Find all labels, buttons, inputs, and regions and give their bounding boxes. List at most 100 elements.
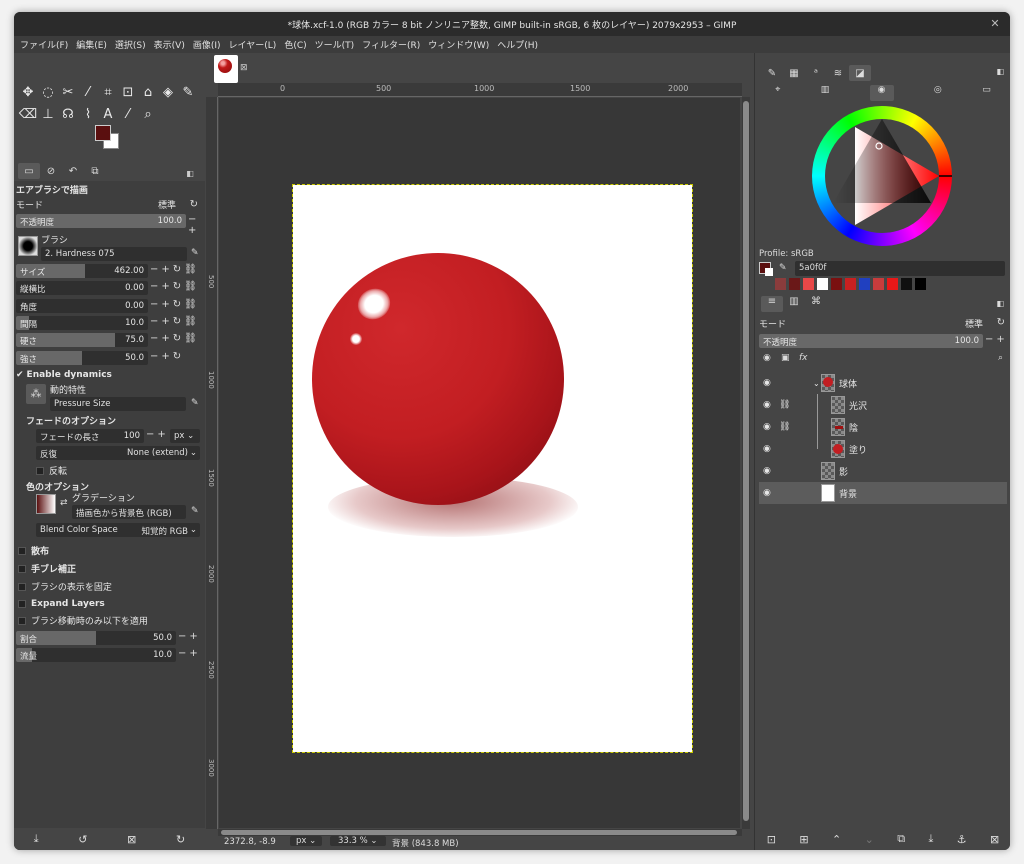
spacing-slider[interactable]: 間隔 10.0 — [16, 315, 148, 330]
menu-windows[interactable]: ウィンドウ(W) — [428, 38, 489, 51]
mode-reset-icon[interactable]: ↻ — [190, 199, 198, 210]
canvas[interactable] — [219, 98, 740, 828]
layer-row[interactable]: ◉ ⛓ 陰 — [759, 416, 1007, 438]
vertical-scrollbar[interactable] — [742, 97, 750, 829]
path-tool-icon[interactable]: ⌇ — [78, 103, 98, 125]
chevron-down-icon[interactable]: ⌄ — [813, 379, 820, 388]
close-image-icon[interactable]: ⊠ — [240, 63, 248, 73]
warp-tool-icon[interactable]: ⌂ — [138, 81, 158, 103]
aspect-stepper[interactable]: −+↻⛓ — [150, 281, 200, 292]
opacity-stepper[interactable]: −+ — [188, 214, 205, 236]
reset-options-icon[interactable]: ↻ — [176, 833, 185, 846]
horizontal-ruler[interactable]: 0 500 1000 1500 2000 — [218, 83, 742, 97]
paintbrush-tool-icon[interactable]: ✎ — [178, 81, 198, 103]
zoom-tool-icon[interactable]: ⌕ — [138, 103, 158, 125]
menu-image[interactable]: 画像(I) — [193, 38, 221, 51]
repeat-select[interactable]: 反復 None (extend) ⌄ — [36, 446, 200, 460]
search-icon[interactable]: ⌕ — [998, 353, 1003, 363]
delete-layer-icon[interactable]: ⊠ — [990, 833, 999, 846]
flow-slider[interactable]: 流量 10.0 — [16, 648, 176, 662]
layer-row[interactable]: ◉ 影 — [759, 460, 1007, 482]
channels-tab-icon[interactable]: ▥ — [783, 296, 805, 312]
new-layer-icon[interactable]: ⊡ — [767, 833, 776, 846]
transform-tool-icon[interactable]: ⊡ — [118, 81, 138, 103]
rate-slider[interactable]: 割合 50.0 — [16, 631, 176, 645]
menu-layer[interactable]: レイヤー(L) — [229, 38, 277, 51]
menu-tools[interactable]: ツール(T) — [315, 38, 355, 51]
color-history-swatch[interactable] — [789, 278, 800, 290]
color-history-swatch[interactable] — [817, 278, 828, 290]
enable-dynamics-check-icon[interactable]: ✔ — [16, 370, 24, 380]
scatter-checkbox[interactable] — [18, 546, 26, 555]
dock-config-icon[interactable]: ◧ — [996, 299, 1004, 308]
color-history-swatch[interactable] — [845, 278, 856, 290]
gradient-reverse-icon[interactable]: ⇄ — [60, 498, 68, 508]
fade-options-label[interactable]: フェードのオプション — [26, 414, 116, 427]
eye-icon[interactable]: ◉ — [763, 400, 771, 410]
scroll-thumb[interactable] — [743, 101, 749, 821]
hardness-stepper[interactable]: −+↻⛓ — [150, 333, 200, 344]
color-picker-tool-icon[interactable]: ⁄ — [118, 103, 138, 125]
eye-icon[interactable]: ◉ — [763, 466, 771, 476]
bg-color-swatch[interactable] — [765, 268, 773, 276]
opacity-slider[interactable]: 不透明度 100.0 — [16, 214, 186, 228]
bucket-fill-tool-icon[interactable]: ◈ — [158, 81, 178, 103]
duplicate-layer-icon[interactable]: ⧉ — [897, 832, 905, 846]
expand-layers-checkbox[interactable] — [18, 599, 26, 608]
menu-select[interactable]: 選択(S) — [115, 38, 146, 51]
angle-stepper[interactable]: −+↻⛓ — [150, 299, 200, 310]
menu-colors[interactable]: 色(C) — [284, 38, 306, 51]
wheel-selector-icon[interactable]: ◉ — [869, 85, 894, 101]
smudge-tool-icon[interactable]: ☊ — [58, 103, 78, 125]
layer-opacity-stepper[interactable]: −+ — [985, 334, 1008, 345]
layer-row[interactable]: ◉ 塗り — [759, 438, 1007, 460]
watercolor-selector-icon[interactable]: ◎ — [934, 85, 942, 101]
color-history-swatch[interactable] — [873, 278, 884, 290]
text-tool-icon[interactable]: A — [98, 103, 118, 125]
menu-file[interactable]: ファイル(F) — [20, 38, 68, 51]
new-group-icon[interactable]: ⊞ — [799, 833, 808, 846]
color-history-swatch[interactable] — [775, 278, 786, 290]
restore-options-icon[interactable]: ↺ — [78, 833, 87, 846]
merge-layer-icon[interactable]: ⤓ — [928, 832, 933, 846]
document-history-tab-icon[interactable]: ≋ — [827, 65, 849, 81]
eye-icon[interactable]: ◉ — [763, 488, 771, 498]
size-stepper[interactable]: −+↻⛓ — [150, 264, 200, 275]
blend-space-select[interactable]: Blend Color Space 知覚的 RGB ⌄ — [36, 523, 200, 537]
spacing-stepper[interactable]: −+↻⛓ — [150, 316, 200, 327]
fg-bg-colors[interactable] — [95, 125, 121, 151]
layer-row-selected[interactable]: ◉ 背景 — [759, 482, 1007, 504]
brush-preview[interactable] — [18, 236, 38, 256]
image-tab[interactable] — [214, 55, 238, 83]
select-tool-icon[interactable]: ◌ — [38, 81, 58, 103]
horizontal-scrollbar[interactable] — [218, 829, 742, 836]
save-options-icon[interactable]: ⤓ — [34, 832, 39, 846]
image-page[interactable] — [292, 184, 693, 753]
device-status-tab-icon[interactable]: ⊘ — [40, 163, 62, 179]
gradient-preview[interactable] — [36, 494, 56, 514]
anchor-layer-icon[interactable]: ⚓ — [957, 833, 967, 846]
eye-icon[interactable]: ◉ — [763, 378, 771, 388]
dynamics-icon[interactable]: ⁂ — [26, 384, 46, 404]
menu-edit[interactable]: 編集(E) — [76, 38, 107, 51]
dynamics-select[interactable]: Pressure Size — [50, 397, 186, 411]
menu-help[interactable]: ヘルプ(H) — [497, 38, 538, 51]
dock-config-icon[interactable]: ◧ — [179, 165, 201, 181]
layer-row[interactable]: ◉ ⛓ 光沢 — [759, 394, 1007, 416]
unit-select[interactable]: px ⌄ — [290, 836, 323, 846]
enable-dynamics-label[interactable]: Enable dynamics — [27, 370, 112, 380]
layer-mode-select[interactable]: 標準 — [965, 317, 983, 330]
aspect-slider[interactable]: 縦横比 0.00 — [16, 281, 148, 296]
color-history-swatch[interactable] — [831, 278, 842, 290]
color-history-swatch[interactable] — [901, 278, 912, 290]
apply-jitter-checkbox[interactable] — [18, 616, 26, 625]
layer-mode-reset-icon[interactable]: ↻ — [997, 317, 1005, 328]
gradient-edit-icon[interactable]: ✎ — [191, 506, 199, 516]
clone-tool-icon[interactable]: ⊥ — [38, 103, 58, 125]
brush-name[interactable]: 2. Hardness 075 — [41, 247, 187, 261]
fonts-tab-icon[interactable]: ᵃ — [805, 65, 827, 81]
move-tool-icon[interactable]: ✥ — [18, 81, 38, 103]
lower-layer-icon[interactable]: ⌄ — [865, 833, 874, 846]
scale-selector-icon[interactable]: ▥ — [821, 85, 830, 101]
brushes-tab-icon[interactable]: ✎ — [761, 65, 783, 81]
